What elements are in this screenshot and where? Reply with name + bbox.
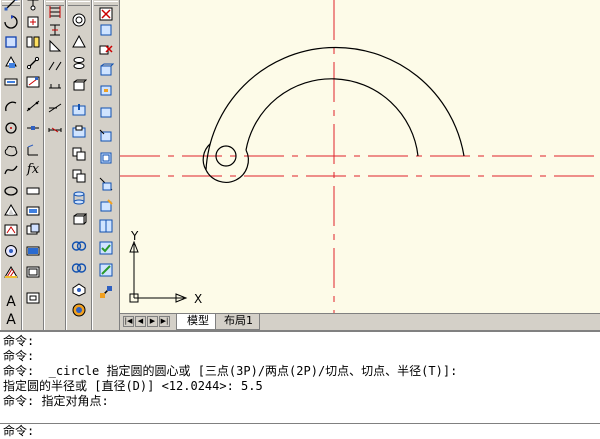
polygon-icon[interactable] (3, 54, 19, 70)
polyline-icon[interactable] (3, 34, 19, 50)
modeling-toolbar-3 (92, 0, 120, 331)
copy-icon[interactable] (25, 14, 41, 30)
extrude-icon[interactable] (47, 100, 63, 116)
ellipse-icon[interactable] (3, 183, 19, 199)
join-icon[interactable] (25, 264, 41, 280)
union-icon[interactable] (98, 262, 114, 278)
prev-tab-icon[interactable]: ◀ (135, 316, 146, 327)
delete-face-icon[interactable] (98, 6, 114, 22)
outer-arc (205, 46, 465, 171)
drawing-canvas[interactable]: Y X (120, 0, 600, 313)
text-icon[interactable]: A (3, 294, 19, 310)
box-icon[interactable] (71, 12, 87, 28)
first-tab-icon[interactable]: |◀ (123, 316, 134, 327)
extend-icon[interactable] (25, 222, 41, 238)
ucs-x-label: X (194, 292, 202, 306)
orbit-icon[interactable] (71, 282, 87, 298)
toolbar-grip[interactable] (68, 1, 90, 6)
modeling-toolbar-1 (44, 0, 66, 331)
mtext-letter: A (6, 294, 16, 310)
separate-icon[interactable] (98, 128, 114, 144)
taper-face-icon[interactable] (98, 42, 114, 58)
draw-line-icon[interactable] (3, 0, 19, 12)
mtext-icon[interactable]: A (3, 312, 19, 328)
xline-icon[interactable] (3, 14, 19, 30)
ellipse-arc-icon[interactable] (3, 203, 19, 219)
modeling-toolbar-2 (66, 0, 92, 331)
command-history-line: 命令: (3, 334, 35, 348)
mirror-icon[interactable] (25, 34, 41, 50)
rotate-icon[interactable] (25, 120, 41, 136)
modify-toolbar: fx (22, 0, 44, 331)
imprint-icon[interactable] (98, 176, 114, 192)
section-icon[interactable] (98, 218, 114, 234)
rotate-face-icon[interactable] (98, 22, 114, 38)
color-edge-icon[interactable] (98, 82, 114, 98)
cone-icon[interactable] (47, 38, 63, 54)
circle-icon[interactable] (3, 120, 19, 136)
stretch-icon[interactable] (25, 183, 41, 199)
tab-model[interactable]: 模型 (176, 314, 216, 330)
offset-face-icon[interactable] (71, 260, 87, 276)
clean-icon[interactable] (98, 104, 114, 120)
arc-icon[interactable] (3, 98, 19, 114)
color-face-icon[interactable] (71, 190, 87, 206)
helix-icon[interactable] (47, 78, 63, 94)
extrude-face-icon[interactable] (71, 212, 87, 228)
command-prompt: 命令: (3, 424, 35, 438)
spline-icon[interactable] (3, 162, 19, 178)
torus-icon[interactable] (47, 58, 63, 74)
pyramid-icon[interactable] (71, 78, 87, 94)
inner-arc (245, 78, 419, 157)
render-icon[interactable] (71, 302, 87, 318)
rectangle-icon[interactable] (3, 74, 19, 90)
sphere-icon[interactable] (47, 22, 63, 38)
subtract-icon[interactable] (98, 284, 114, 300)
wedge-icon[interactable] (71, 55, 87, 71)
make-block-icon[interactable] (3, 243, 19, 259)
revision-cloud-icon[interactable] (3, 143, 19, 159)
mtext-letter-2: A (6, 312, 16, 328)
insert-block-icon[interactable] (3, 222, 19, 238)
tab-layout1[interactable]: 布局1 (214, 314, 260, 330)
scale-icon[interactable] (25, 143, 41, 159)
interfere-icon[interactable] (71, 146, 87, 162)
check-icon[interactable] (98, 240, 114, 256)
erase-icon[interactable] (25, 0, 41, 12)
formula-icon[interactable]: fx (25, 162, 41, 178)
polysolid-icon[interactable] (47, 4, 63, 20)
next-tab-icon[interactable]: ▶ (147, 316, 158, 327)
slice-icon[interactable] (71, 124, 87, 140)
chamfer-icon[interactable] (25, 290, 41, 306)
presspull-icon[interactable] (47, 122, 63, 138)
drawing-svg: Y X (120, 0, 600, 313)
move-face-icon[interactable] (71, 238, 87, 254)
command-history-line: 指定圆的半径或 [直径(D)] <12.0244>: 5.5 (3, 379, 263, 393)
offset-icon[interactable] (25, 54, 41, 70)
break-icon[interactable] (25, 243, 41, 259)
shell-icon[interactable] (98, 150, 114, 166)
draw-toolbar: A A (0, 0, 22, 331)
copy-edge-icon[interactable] (98, 62, 114, 78)
copy-face-icon[interactable] (71, 168, 87, 184)
command-history-line: 命令: _circle 指定圆的圆心或 [三点(3P)/两点(2P)/切点、切点… (3, 364, 458, 378)
hatch-icon[interactable] (3, 264, 19, 280)
command-history-line: 命令: (3, 349, 35, 363)
loft-icon[interactable] (71, 102, 87, 118)
command-window: 命令: 命令: 命令: _circle 指定圆的圆心或 [三点(3P)/两点(2… (0, 330, 600, 439)
last-tab-icon[interactable]: ▶| (159, 316, 170, 327)
formula-label: fx (26, 162, 40, 177)
trim-icon[interactable] (25, 203, 41, 219)
cylinder-icon[interactable] (71, 34, 87, 50)
thicken-icon[interactable] (98, 198, 114, 214)
ucs-icon: Y X (129, 229, 202, 306)
command-input[interactable]: 命令: (0, 423, 600, 439)
layout-tab-bar: |◀ ◀ ▶ ▶| 模型 布局1 (120, 313, 600, 330)
move-icon[interactable] (25, 98, 41, 114)
array-icon[interactable] (25, 74, 41, 90)
ucs-y-label: Y (130, 229, 139, 243)
command-history-line: 命令: 指定对角点: (3, 394, 109, 408)
